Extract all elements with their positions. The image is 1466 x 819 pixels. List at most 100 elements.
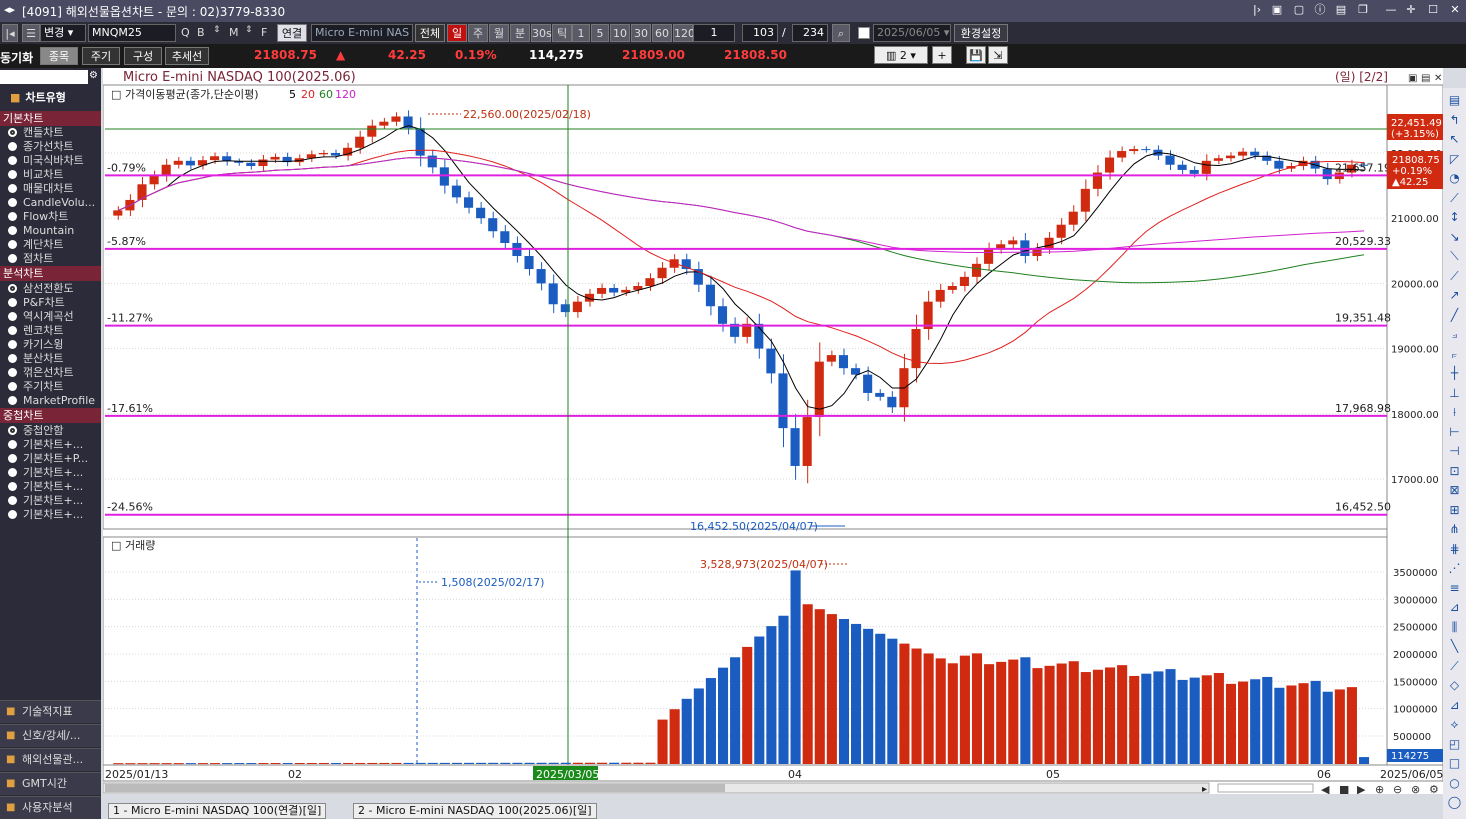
basic-chart-header[interactable]: 기본차트: [0, 111, 101, 126]
overlay-chart-item-3[interactable]: 기본차트+...: [8, 466, 83, 480]
drawing-tool-icon-9[interactable]: ⟋: [1446, 268, 1463, 285]
search-icon[interactable]: Q: [181, 26, 190, 39]
interval-5-button[interactable]: 5: [591, 24, 609, 42]
analysis-chart-item-8[interactable]: MarketProfile: [8, 394, 95, 408]
analysis-chart-item-6[interactable]: 꺾은선차트: [8, 366, 74, 380]
drawing-tool-icon-14[interactable]: ┼: [1446, 365, 1463, 382]
overlay-chart-item-1[interactable]: 기본차트+...: [8, 438, 83, 452]
drawing-tool-icon-6[interactable]: ↕: [1446, 209, 1463, 226]
radio-icon[interactable]: [8, 510, 17, 519]
analysis-chart-item-3[interactable]: 렌코차트: [8, 324, 63, 338]
interval-60-button[interactable]: 60: [652, 24, 672, 42]
drawing-tool-icon-7[interactable]: ↘: [1446, 229, 1463, 246]
basic-chart-item-5[interactable]: CandleVolu...: [8, 196, 95, 210]
sidebar-bottom-item-3[interactable]: ■ GMT시간: [0, 772, 101, 795]
drawing-tool-icon-0[interactable]: ▤: [1446, 92, 1463, 109]
sidebar-bottom-item-4[interactable]: ■ 사용자분석: [0, 796, 101, 819]
maximize-icon[interactable]: ☐: [1426, 3, 1440, 17]
radio-icon[interactable]: [8, 254, 17, 263]
radio-icon[interactable]: [8, 226, 17, 235]
radio-icon[interactable]: [8, 396, 17, 405]
overlay-chart-item-4[interactable]: 기본차트+...: [8, 480, 83, 494]
overlay-chart-item-2[interactable]: 기본차트+P...: [8, 452, 88, 466]
item-button[interactable]: 종목: [40, 47, 78, 65]
drawing-tool-icon-10[interactable]: ↗: [1446, 287, 1463, 304]
interval-1-button[interactable]: 1: [572, 24, 590, 42]
chart-canvas[interactable]: Micro E-mini NASDAQ 100(2025.06) (일) [2/2…: [102, 68, 1444, 796]
b-icon[interactable]: B: [197, 26, 205, 39]
radio-icon[interactable]: [8, 468, 17, 477]
drawing-tool-icon-16[interactable]: ⟊: [1446, 404, 1463, 421]
screen-icon[interactable]: ▢: [1292, 3, 1306, 17]
copy-icon[interactable]: ❐: [1356, 3, 1370, 17]
radio-icon[interactable]: [8, 298, 17, 307]
updown-icon[interactable]: ⇕: [213, 25, 221, 35]
analysis-chart-item-7[interactable]: 주기차트: [8, 380, 63, 394]
period-minute-button[interactable]: 분: [510, 24, 530, 42]
drawing-tool-icon-33[interactable]: ◰: [1446, 736, 1463, 753]
move-icon[interactable]: ✛: [1404, 3, 1418, 17]
radio-icon[interactable]: [8, 312, 17, 321]
overlay-chart-header[interactable]: 중첩차트: [0, 408, 101, 423]
analysis-chart-item-5[interactable]: 분산차트: [8, 352, 63, 366]
analysis-chart-item-2[interactable]: 역시계곡선: [8, 310, 74, 324]
add-icon[interactable]: +: [932, 46, 952, 64]
sidebar-bottom-item-1[interactable]: ■ 신호/강세/...: [0, 724, 101, 747]
collapse-icon[interactable]: |›: [1250, 3, 1264, 17]
save-icon[interactable]: 💾: [966, 46, 986, 64]
drawing-tool-icon-21[interactable]: ⊞: [1446, 502, 1463, 519]
drawing-tool-icon-18[interactable]: ⊣: [1446, 443, 1463, 460]
drawing-tool-icon-8[interactable]: ⟍: [1446, 248, 1463, 265]
export-icon[interactable]: ⇲: [988, 46, 1008, 64]
change-select[interactable]: 변경 ▾: [40, 24, 86, 42]
drawing-tool-icon-15[interactable]: ⊥: [1446, 385, 1463, 402]
analysis-chart-header[interactable]: 분석차트: [0, 266, 101, 281]
radio-icon[interactable]: [8, 198, 17, 207]
radio-icon[interactable]: [8, 184, 17, 193]
radio-icon[interactable]: [8, 354, 17, 363]
basic-chart-item-0[interactable]: 캔들차트: [8, 126, 63, 140]
compose-button[interactable]: 구성: [124, 47, 162, 65]
drawing-tool-icon-34[interactable]: □: [1446, 755, 1463, 772]
basic-chart-item-3[interactable]: 비교차트: [8, 168, 63, 182]
drawing-tool-icon-24[interactable]: ⋰: [1446, 560, 1463, 577]
drawing-tool-icon-17[interactable]: ⊢: [1446, 424, 1463, 441]
radio-icon[interactable]: [8, 326, 17, 335]
tab-chart-2[interactable]: 2 - Micro E-mini NASDAQ 100(2025.06)[일]: [353, 803, 597, 819]
radio-icon[interactable]: [8, 496, 17, 505]
basic-chart-item-1[interactable]: 종가선차트: [8, 140, 74, 154]
radio-icon[interactable]: [8, 440, 17, 449]
interval-input[interactable]: 1: [693, 24, 735, 42]
radio-icon[interactable]: [8, 340, 17, 349]
period-day-button[interactable]: 일: [447, 24, 467, 42]
symbol-name-field[interactable]: Micro E-mini NAS: [311, 24, 413, 42]
layout-select[interactable]: ▥ 2 ▾: [874, 46, 928, 64]
drawing-tool-icon-11[interactable]: ╱: [1446, 307, 1463, 324]
radio-icon[interactable]: [8, 426, 17, 435]
drawing-tool-icon-4[interactable]: ◔: [1446, 170, 1463, 187]
drawing-tool-icon-26[interactable]: ⊿: [1446, 599, 1463, 616]
drawing-tool-icon-35[interactable]: ○: [1446, 775, 1463, 792]
sidebar-bottom-item-2[interactable]: ■ 해외선물관...: [0, 748, 101, 771]
interval-30-button[interactable]: 30: [631, 24, 651, 42]
settings-button[interactable]: 환경설정: [954, 24, 1008, 42]
basic-chart-item-2[interactable]: 미국식바차트: [8, 154, 84, 168]
drawing-tool-icon-3[interactable]: ◸: [1446, 151, 1463, 168]
radio-icon[interactable]: [8, 284, 17, 293]
drawing-tool-icon-22[interactable]: ⋔: [1446, 521, 1463, 538]
drawing-tool-icon-30[interactable]: ◇: [1446, 677, 1463, 694]
drawing-tool-icon-1[interactable]: ↰: [1446, 112, 1463, 129]
trendline-button[interactable]: 추세선: [165, 47, 209, 65]
link-button[interactable]: 연결: [277, 24, 307, 42]
period-button[interactable]: 주기: [82, 47, 120, 65]
drawing-tool-icon-28[interactable]: ╲: [1446, 638, 1463, 655]
drawing-tool-icon-36[interactable]: ◯: [1446, 794, 1463, 811]
period-month-button[interactable]: 월: [489, 24, 509, 42]
basic-chart-item-4[interactable]: 매물대차트: [8, 182, 74, 196]
gear-icon[interactable]: ⚙: [89, 70, 98, 81]
basic-chart-item-9[interactable]: 점차트: [8, 252, 53, 266]
page-current-input[interactable]: 103: [742, 24, 778, 42]
radio-icon[interactable]: [8, 170, 17, 179]
drawing-tool-icon-12[interactable]: ⟓: [1446, 326, 1463, 343]
sync-label[interactable]: 동기화: [0, 49, 33, 66]
